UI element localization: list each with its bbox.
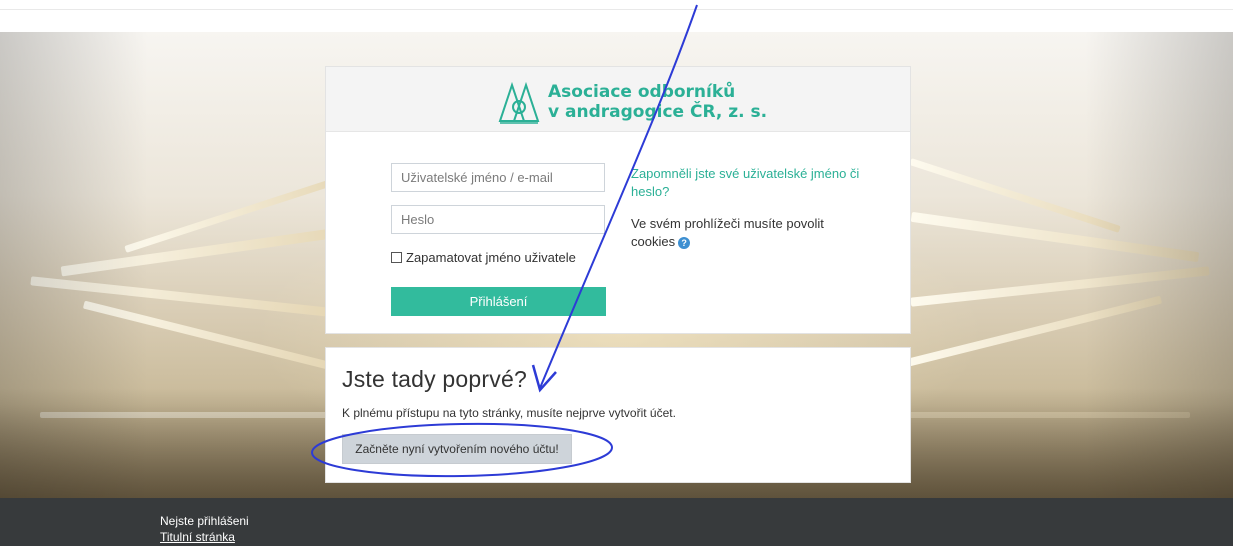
cookies-notice-text: Ve svém prohlížeči musíte povolit cookie… (631, 216, 824, 249)
create-account-button[interactable]: Začněte nyní vytvořením nového účtu! (342, 434, 572, 464)
logo-text: Asociace odborníků v andragogice ČR, z. … (548, 82, 767, 122)
login-status: Nejste přihlášeni (160, 514, 249, 528)
forgot-credentials-link[interactable]: Zapomněli jste své uživatelské jméno či … (631, 165, 871, 201)
remember-label: Zapamatovat jméno uživatele (406, 250, 576, 265)
logo-line-2: v andragogice ČR, z. s. (548, 102, 768, 122)
aoa-logo-icon (498, 81, 540, 124)
top-navbar (0, 0, 1233, 10)
login-card: Asociace odborníků v andragogice ČR, z. … (325, 66, 911, 334)
password-field[interactable] (391, 205, 605, 234)
username-input[interactable] (392, 164, 604, 191)
username-field[interactable] (391, 163, 605, 192)
signup-title: Jste tady poprvé? (342, 366, 527, 392)
signup-card: Jste tady poprvé? K plnému přístupu na t… (325, 347, 911, 483)
cookies-notice: Ve svém prohlížeči musíte povolit cookie… (631, 215, 841, 251)
login-button[interactable]: Přihlášení (391, 287, 606, 316)
home-page-link[interactable]: Titulní stránka (160, 530, 235, 544)
remember-checkbox[interactable] (391, 252, 402, 263)
question-circle-icon[interactable]: ? (678, 236, 691, 249)
password-input[interactable] (392, 206, 604, 233)
logo-bar: Asociace odborníků v andragogice ČR, z. … (326, 67, 910, 132)
remember-username[interactable]: Zapamatovat jméno uživatele (391, 250, 576, 265)
logo-line-1: Asociace odborníků (548, 82, 736, 102)
site-logo[interactable]: Asociace odborníků v andragogice ČR, z. … (496, 79, 767, 125)
footer: Nejste přihlášeni Titulní stránka (0, 498, 1233, 546)
signup-description: K plnému přístupu na tyto stránky, musít… (342, 406, 676, 420)
